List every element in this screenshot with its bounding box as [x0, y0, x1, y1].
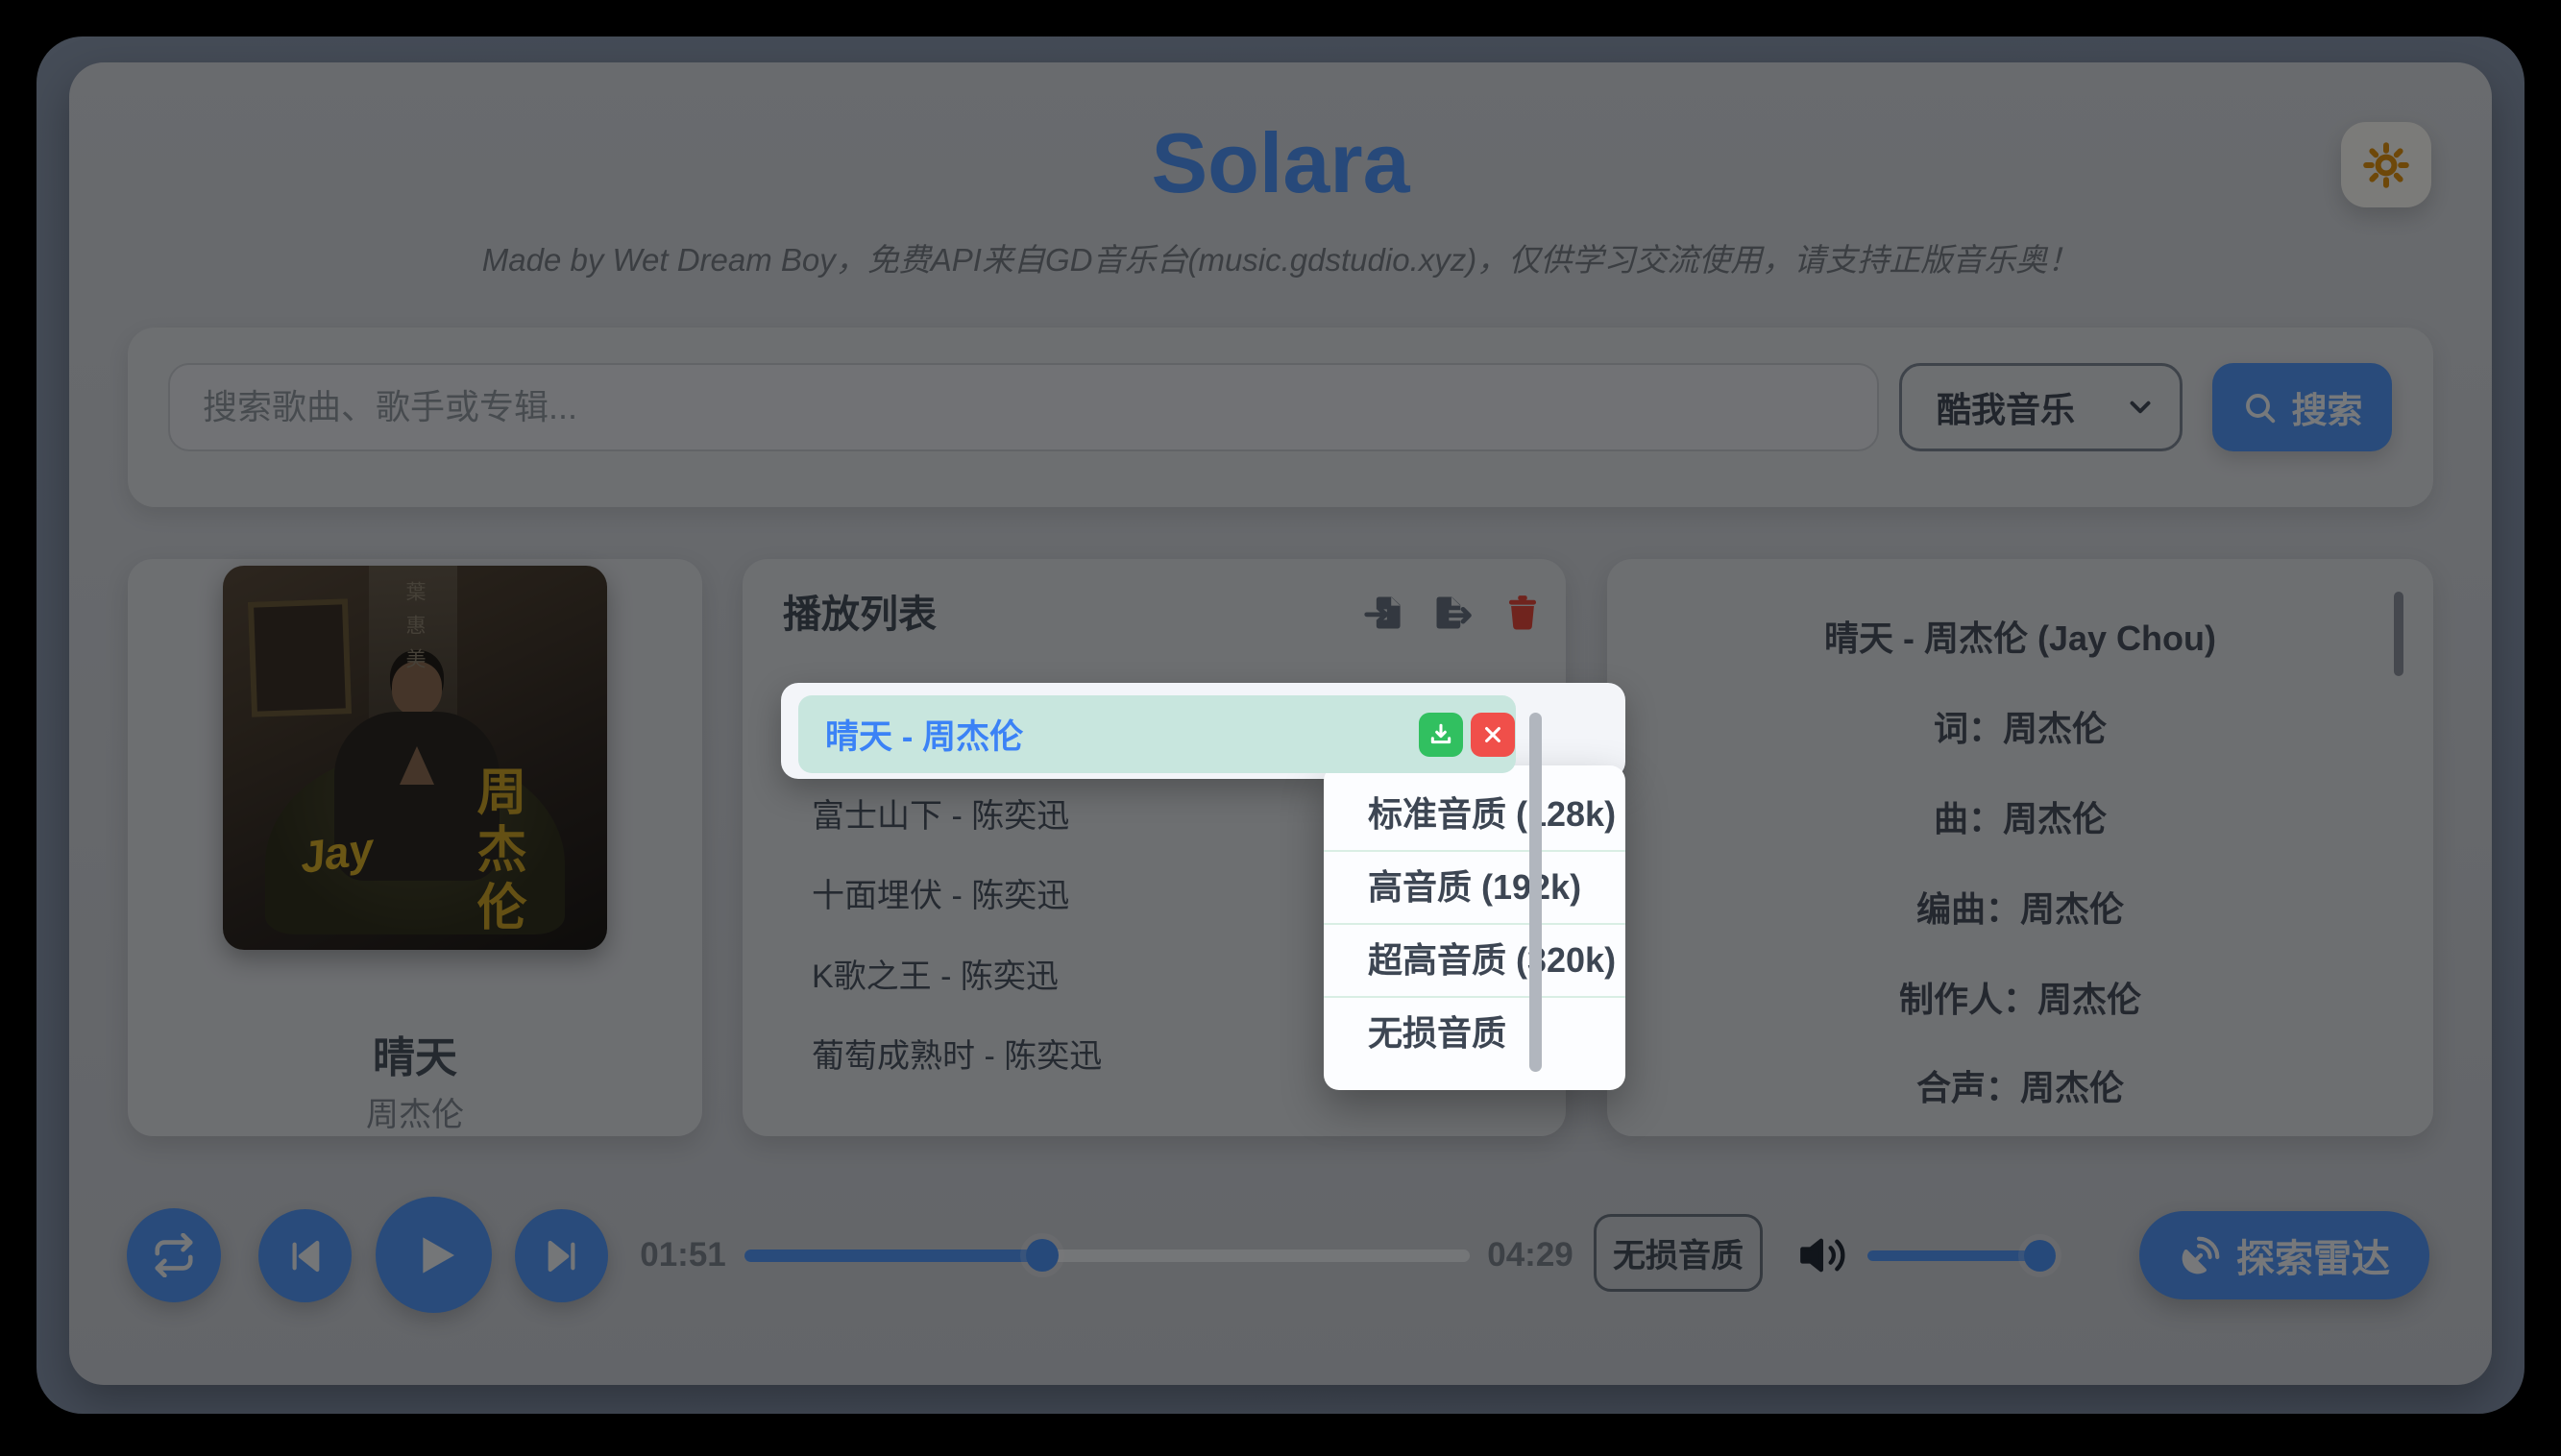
- quality-menu-item[interactable]: 超高音质 (320k): [1324, 925, 1625, 996]
- close-icon: [1482, 724, 1503, 745]
- quality-menu-item[interactable]: 标准音质 (128k): [1324, 779, 1625, 850]
- playlist-scrollbar[interactable]: [1529, 713, 1542, 1072]
- download-icon: [1428, 722, 1453, 747]
- remove-song-button[interactable]: [1471, 713, 1515, 757]
- solara-app: { "header": { "title": "Solara", "subtit…: [0, 0, 2561, 1456]
- quality-menu: 标准音质 (128k) 高音质 (192k) 超高音质 (320k) 无损音质: [1324, 765, 1625, 1090]
- download-song-button[interactable]: [1419, 713, 1463, 757]
- quality-menu-item[interactable]: 无损音质: [1324, 998, 1625, 1069]
- quality-menu-item[interactable]: 高音质 (192k): [1324, 852, 1625, 923]
- active-row-label: 晴天 - 周杰伦: [798, 710, 1023, 759]
- playlist-item-active[interactable]: 晴天 - 周杰伦: [798, 695, 1516, 773]
